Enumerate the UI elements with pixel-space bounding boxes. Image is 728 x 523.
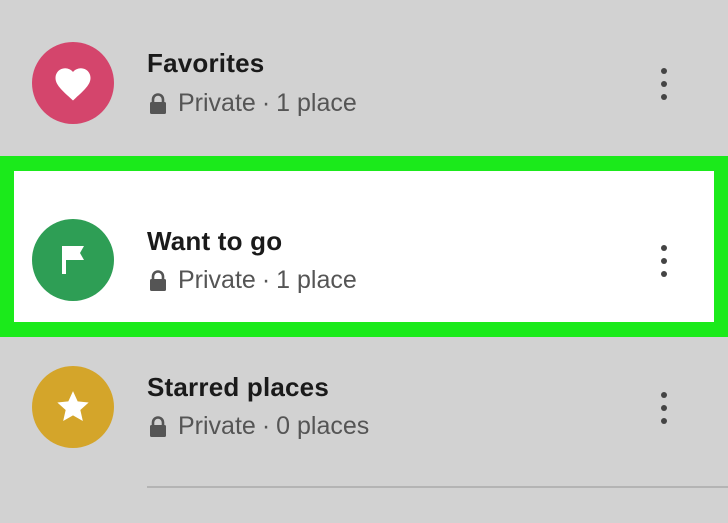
more-vert-icon[interactable] (649, 388, 679, 428)
star-icon (57, 391, 89, 421)
list-meta: Private · 1 place (148, 266, 357, 295)
starred-places-list-icon (32, 366, 114, 448)
list-title: Favorites (147, 48, 265, 78)
list-item-want-to-go[interactable]: Want to go Private · 1 place (0, 156, 728, 337)
meta-separator: · (261, 412, 271, 440)
lock-icon (148, 269, 168, 292)
list-item-starred-places[interactable]: Starred places Private · 0 places (0, 337, 728, 487)
place-count: 1 place (276, 89, 357, 117)
list-divider (147, 486, 728, 488)
list-meta: Private · 0 places (148, 412, 369, 441)
list-item-favorites[interactable]: Favorites Private · 1 place (0, 0, 728, 156)
more-vert-icon[interactable] (649, 241, 679, 281)
privacy-label: Private (178, 266, 256, 294)
flag-icon (62, 246, 84, 274)
list-meta: Private · 1 place (148, 89, 357, 118)
lock-icon (148, 415, 168, 438)
list-title: Want to go (147, 226, 283, 256)
privacy-label: Private (178, 89, 256, 117)
want-to-go-list-icon (32, 219, 114, 301)
place-count: 1 place (276, 266, 357, 294)
more-vert-icon[interactable] (649, 64, 679, 104)
list-title: Starred places (147, 372, 330, 402)
favorites-list-icon (32, 42, 114, 124)
lock-icon (148, 92, 168, 115)
meta-separator: · (261, 89, 271, 117)
meta-separator: · (261, 266, 271, 294)
privacy-label: Private (178, 412, 256, 440)
place-count: 0 places (276, 412, 370, 440)
highlighted-row-surface: Want to go Private · 1 place (14, 171, 714, 322)
heart-icon (55, 68, 91, 101)
